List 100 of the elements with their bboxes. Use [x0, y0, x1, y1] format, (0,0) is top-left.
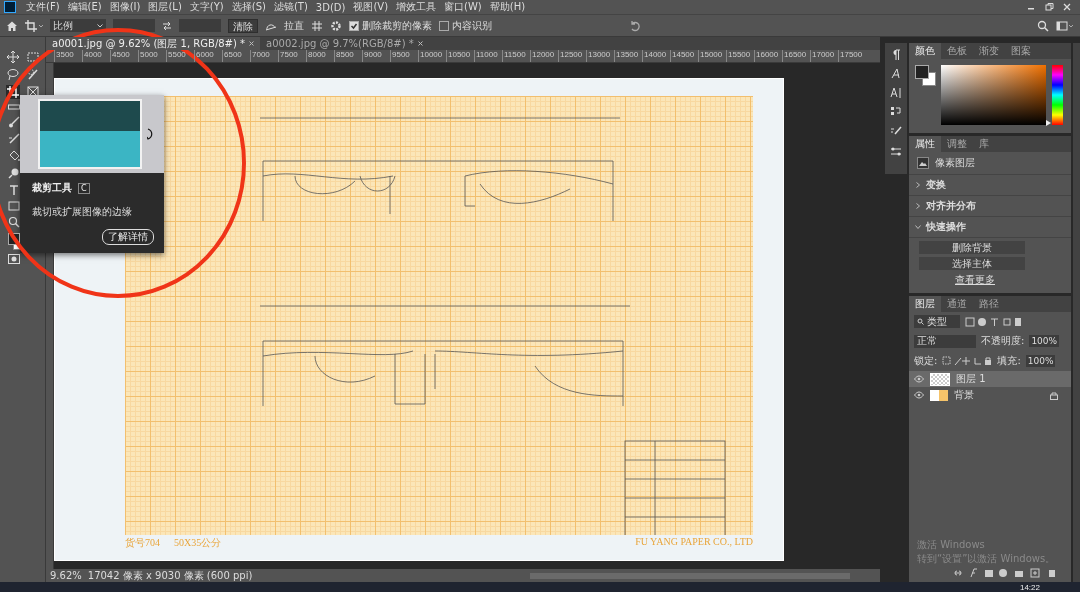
ruler-label: 5000 [138, 50, 166, 62]
color-field[interactable] [941, 65, 1046, 125]
layer-type-label: 像素图层 [935, 156, 975, 170]
sliders-icon[interactable] [890, 146, 902, 158]
menu-item[interactable]: 窗口(W) [440, 0, 486, 14]
zoom-tool-icon[interactable] [7, 216, 20, 228]
close-icon[interactable] [1062, 2, 1072, 12]
eye-icon[interactable] [914, 375, 924, 383]
app-logo-icon [4, 1, 16, 13]
quick-action-button[interactable]: 删除背景 [919, 241, 1025, 254]
document-info[interactable]: 17042 像素 x 9030 像素 (600 ppi) [87, 568, 253, 583]
swatch-stack-icon[interactable] [890, 106, 902, 118]
panel-tab[interactable]: 路径 [973, 296, 1005, 312]
slider-thumb-icon[interactable] [1046, 120, 1051, 127]
ruler-label: 6000 [194, 50, 222, 62]
menu-item[interactable]: 文件(F) [22, 0, 64, 14]
panel-tab[interactable]: 图层 [909, 296, 941, 312]
panel-tab[interactable]: 渐变 [973, 43, 1005, 59]
vertical-scrollbar[interactable] [1073, 43, 1080, 582]
lasso-tool-icon[interactable] [6, 68, 19, 80]
character-style-icon[interactable] [891, 68, 901, 79]
ruler-label: 10500 [446, 50, 474, 62]
crop-icon[interactable] [25, 19, 43, 32]
checkbox[interactable] [439, 20, 449, 31]
panel-tab[interactable]: 属性 [909, 136, 941, 152]
undo-icon[interactable] [629, 19, 641, 32]
panel-tab[interactable]: 调整 [941, 136, 973, 152]
menu-item[interactable]: 文字(Y) [185, 0, 228, 14]
menu-item[interactable]: 编辑(E) [63, 0, 106, 14]
quick-action-button[interactable]: 选择主体 [919, 257, 1025, 270]
clear-button[interactable]: 清除 [228, 18, 258, 33]
shortcut-key: C [78, 182, 90, 194]
glyphs-icon[interactable] [890, 87, 902, 98]
blend-mode-select[interactable]: 正常 [914, 334, 976, 348]
home-icon[interactable] [6, 19, 18, 32]
brush-tool-icon[interactable] [7, 116, 20, 128]
ruler-label: 4000 [82, 50, 110, 62]
panel-tab[interactable]: 颜色 [909, 43, 941, 59]
swap-icon[interactable] [162, 20, 172, 31]
tooltip-description: 裁切或扩展图像的边缘 [32, 205, 133, 219]
paper-print-text: 50X35公分 [174, 536, 222, 550]
menu-item[interactable]: 3D(D) [311, 1, 350, 13]
ruler-tool-icon[interactable] [7, 103, 20, 111]
close-icon[interactable] [417, 41, 423, 46]
lock-options-icons[interactable] [942, 356, 993, 366]
tooltip-title: 裁剪工具 [32, 181, 72, 195]
grid-overlay-icon[interactable] [311, 19, 323, 32]
see-more-link[interactable]: 查看更多 [955, 273, 995, 287]
ruler-label: 9500 [390, 50, 418, 62]
menu-item[interactable]: 滤镜(T) [269, 0, 312, 14]
foreground-background-swatch[interactable] [915, 65, 935, 85]
ruler-label: 13500 [614, 50, 642, 62]
search-icon[interactable] [1037, 19, 1049, 32]
panel-tab[interactable]: 色板 [941, 43, 973, 59]
menu-item[interactable]: 图层(L) [144, 0, 186, 14]
stamp-tool-icon[interactable] [7, 133, 20, 145]
quick-selection-icon[interactable] [26, 68, 39, 80]
menu-item[interactable]: 选择(S) [227, 0, 270, 14]
checkbox-option[interactable]: 内容识别 [439, 18, 492, 33]
document-tab[interactable]: a0001.jpg @ 9.62% (图层 1, RGB/8#) * [46, 37, 261, 50]
rectangle-tool-icon[interactable] [7, 201, 20, 211]
layer-row[interactable]: 背景 [909, 387, 1071, 403]
ruler-label: 8000 [306, 50, 334, 62]
ruler-label: 12500 [558, 50, 586, 62]
learn-more-button[interactable]: 了解详情 [102, 229, 154, 245]
ruler-label: 11500 [502, 50, 530, 62]
opacity-field[interactable]: 100% [1029, 335, 1060, 347]
quick-mask-icon[interactable] [7, 254, 20, 264]
workspace-icon[interactable] [1056, 19, 1074, 32]
bucket-tool-icon[interactable] [7, 150, 20, 162]
settings-icon[interactable] [330, 19, 342, 32]
paragraph-icon[interactable] [892, 49, 900, 60]
section-header[interactable]: 变换 [909, 175, 1071, 196]
layer-row[interactable]: 图层 1 [909, 371, 1071, 387]
section-header[interactable]: 快速操作 [909, 217, 1071, 238]
marquee-tool-icon[interactable] [26, 51, 39, 63]
type-tool-icon[interactable] [7, 184, 20, 196]
panel-tab[interactable]: 通道 [941, 296, 973, 312]
menu-item[interactable]: 视图(V) [349, 0, 393, 14]
layer-filter-select[interactable]: 类型 [914, 315, 960, 328]
eye-icon[interactable] [914, 391, 924, 399]
restore-icon[interactable] [1044, 2, 1054, 12]
checkbox-option[interactable]: 删除裁剪的像素 [349, 18, 432, 33]
checkbox[interactable] [349, 20, 359, 31]
section-header[interactable]: 对齐并分布 [909, 196, 1071, 217]
close-icon[interactable] [249, 41, 255, 46]
ratio-select[interactable]: 比例 [50, 19, 106, 32]
panel-tab[interactable]: 图案 [1005, 43, 1037, 59]
clock[interactable]: 14:22 [1019, 582, 1040, 592]
menu-item[interactable]: 增效工具 [392, 0, 441, 14]
image-layer-icon [917, 157, 929, 169]
panel-tab[interactable]: 库 [973, 136, 995, 152]
move-tool-icon[interactable] [6, 51, 19, 63]
straighten-button[interactable]: 拉直 [284, 18, 304, 33]
layer-thumbnail [930, 372, 950, 386]
dodge-tool-icon[interactable] [7, 167, 20, 179]
menu-item[interactable]: 图像(I) [105, 0, 145, 14]
fill-field[interactable]: 100% [1025, 355, 1056, 367]
layer-thumbnail [930, 389, 948, 401]
menu-item[interactable]: 帮助(H) [485, 0, 530, 14]
